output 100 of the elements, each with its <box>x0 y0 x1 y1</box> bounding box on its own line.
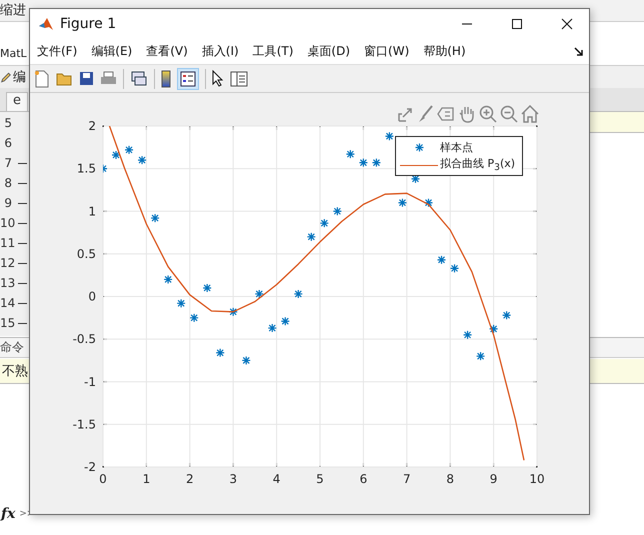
x-tick-label: 7 <box>402 472 411 486</box>
pointer-icon[interactable] <box>212 70 224 87</box>
sample-point <box>489 324 498 334</box>
sample-point <box>436 255 446 264</box>
sample-point <box>150 213 160 223</box>
property-editor-icon[interactable] <box>230 70 248 86</box>
menu-item[interactable]: 插入(I) <box>202 42 239 60</box>
marker-icon <box>415 142 424 152</box>
x-tick-label: 6 <box>360 472 368 486</box>
sample-point <box>164 274 173 284</box>
x-tick-label: 5 <box>316 472 324 486</box>
x-tick-label: 8 <box>446 472 454 486</box>
sample-point <box>280 316 290 326</box>
sample-point <box>320 218 329 228</box>
line-number: 5 <box>3 116 12 130</box>
home-icon[interactable] <box>521 105 539 123</box>
line-number: 9 <box>3 196 12 210</box>
matlab-logo-icon <box>38 16 54 32</box>
notice-text: 不熟 <box>2 363 28 380</box>
sample-point <box>216 348 225 358</box>
sample-point <box>124 145 134 154</box>
data-tip-icon[interactable] <box>437 105 455 123</box>
save-icon[interactable] <box>79 71 94 86</box>
line-swatch <box>400 164 438 166</box>
y-tick-label: 0 <box>88 290 96 304</box>
legend-label: 拟合曲线 P$_{3}$(x) <box>440 156 516 174</box>
dock-arrow-icon[interactable] <box>574 46 583 56</box>
line-number: 15 <box>0 316 12 330</box>
sample-point <box>254 289 264 299</box>
close-icon[interactable] <box>561 18 573 30</box>
x-tick-label: 0 <box>99 472 107 486</box>
legend-label: 样本点 <box>440 140 473 154</box>
menu-item[interactable]: 查看(V) <box>146 42 188 60</box>
link-icon[interactable] <box>130 70 148 86</box>
y-tick-label: 2 <box>88 119 96 133</box>
sample-point <box>332 206 342 216</box>
legend-toggle-button[interactable] <box>177 68 199 90</box>
colorbar-icon[interactable] <box>161 70 171 88</box>
sample-point <box>450 264 460 273</box>
sample-point <box>372 158 382 168</box>
brush-icon[interactable] <box>418 105 434 123</box>
menu-item[interactable]: 桌面(D) <box>307 42 350 60</box>
x-tick-label: 1 <box>142 472 150 486</box>
y-tick-label: -2 <box>84 460 96 474</box>
sample-point <box>502 310 512 320</box>
sample-point <box>384 132 394 141</box>
line-number: 10 <box>0 216 12 230</box>
sample-point <box>228 307 238 316</box>
line-number: 13 <box>0 276 12 290</box>
line-number: 11 <box>0 236 12 250</box>
sample-point <box>268 323 277 333</box>
menu-item[interactable]: 编辑(E) <box>91 42 132 60</box>
x-tick-label: 3 <box>229 472 238 486</box>
sample-point <box>358 158 368 168</box>
sample-point <box>111 150 121 160</box>
zoom-out-icon[interactable] <box>500 105 518 123</box>
menu-item[interactable]: 帮助(H) <box>423 42 466 60</box>
pan-hand-icon[interactable] <box>458 105 476 123</box>
sample-point <box>137 156 147 165</box>
zoom-in-icon[interactable] <box>479 105 497 123</box>
sample-point <box>190 313 199 322</box>
sample-point <box>462 330 472 340</box>
y-tick-label: 1.5 <box>76 162 96 176</box>
menu-item[interactable]: 文件(F) <box>37 42 78 60</box>
x-tick-label: 9 <box>490 472 498 486</box>
x-tick-label: 2 <box>186 472 194 486</box>
new-file-icon[interactable] <box>34 70 50 88</box>
y-tick-label: 0.5 <box>76 246 96 261</box>
maximize-icon[interactable] <box>511 18 523 30</box>
folder-icon[interactable] <box>56 71 73 86</box>
line-number: 8 <box>3 176 12 190</box>
menu-item[interactable]: 工具(T) <box>252 42 294 60</box>
function-icon[interactable]: fx <box>0 506 18 522</box>
sample-point <box>306 232 316 242</box>
indent-label[interactable]: 缩进 <box>0 1 26 19</box>
file-tab[interactable]: e <box>6 92 28 111</box>
menu-item[interactable]: 窗口(W) <box>364 42 410 60</box>
sample-point <box>398 198 408 208</box>
sample-point <box>294 289 303 299</box>
y-tick-label: -0.5 <box>72 332 96 346</box>
sample-point <box>346 150 355 159</box>
x-tick-label: 10 <box>529 472 545 486</box>
sample-point <box>424 198 434 208</box>
window-title: Figure 1 <box>60 16 116 32</box>
command-window-title: 命令 <box>0 339 24 356</box>
printer-icon[interactable] <box>100 71 117 86</box>
sample-point <box>202 283 212 293</box>
editor-label: 编 <box>13 69 26 86</box>
sample-point <box>242 356 251 366</box>
pencil-icon[interactable] <box>0 70 12 84</box>
path-text: MatL <box>0 47 27 60</box>
sample-point <box>176 298 186 308</box>
y-tick-label: -1.5 <box>72 417 96 432</box>
sample-point <box>103 164 108 174</box>
y-tick-label: 1 <box>88 204 96 218</box>
x-tick-label: 4 <box>272 472 280 486</box>
sample-point <box>410 174 420 184</box>
line-number: 6 <box>3 136 12 150</box>
line-number: 7 <box>3 156 12 170</box>
line-number: 12 <box>0 256 12 270</box>
